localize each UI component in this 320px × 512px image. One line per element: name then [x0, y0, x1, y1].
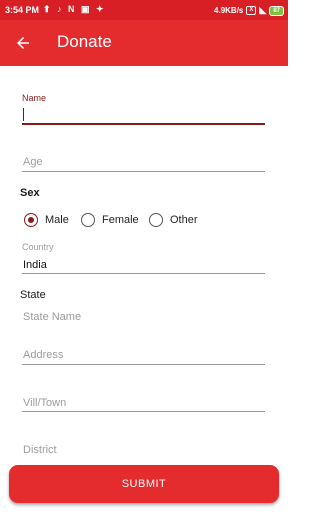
wifi-icon: ◣	[259, 5, 267, 15]
state-label: State	[20, 289, 46, 301]
radio-other-circle	[149, 213, 163, 227]
status-time: 3:54 PM	[5, 5, 40, 15]
name-field-label: Name	[22, 93, 47, 103]
district-input[interactable]	[22, 438, 265, 460]
notification-icons: ⬆ ♪ N ▣ ✦	[43, 4, 106, 14]
radio-other[interactable]: Other	[149, 213, 198, 227]
battery-icon: 87	[269, 5, 284, 16]
app-bar: Donate	[0, 20, 288, 66]
sim-icon: X	[246, 6, 257, 15]
name-input-underline	[22, 123, 265, 125]
address-input[interactable]	[22, 343, 265, 365]
country-underline	[22, 273, 265, 274]
vill-town-underline	[22, 411, 265, 412]
status-bar: 3:54 PM ⬆ ♪ N ▣ ✦ 4.9KB/s X ◣ 87	[0, 0, 288, 20]
radio-other-label: Other	[170, 214, 198, 226]
sex-label: Sex	[20, 187, 40, 199]
age-input-underline	[22, 171, 265, 172]
country-value[interactable]: India	[23, 259, 47, 271]
country-label: Country	[22, 242, 54, 252]
back-arrow-icon[interactable]	[14, 34, 32, 52]
page-title: Donate	[57, 32, 112, 51]
name-input[interactable]	[22, 104, 265, 124]
radio-female-circle	[81, 213, 95, 227]
state-name-placeholder[interactable]: State Name	[23, 311, 81, 323]
radio-male[interactable]: Male	[24, 213, 69, 227]
network-speed: 4.9KB/s	[214, 6, 244, 15]
radio-male-label: Male	[45, 214, 69, 226]
radio-female[interactable]: Female	[81, 213, 139, 227]
vill-town-input[interactable]	[22, 391, 265, 413]
status-right: 4.9KB/s X ◣ 87	[214, 5, 284, 16]
age-input[interactable]	[22, 150, 265, 172]
address-underline	[22, 364, 265, 365]
radio-male-circle	[24, 213, 38, 227]
submit-button[interactable]: SUBMIT	[9, 465, 279, 503]
radio-female-label: Female	[102, 214, 139, 226]
